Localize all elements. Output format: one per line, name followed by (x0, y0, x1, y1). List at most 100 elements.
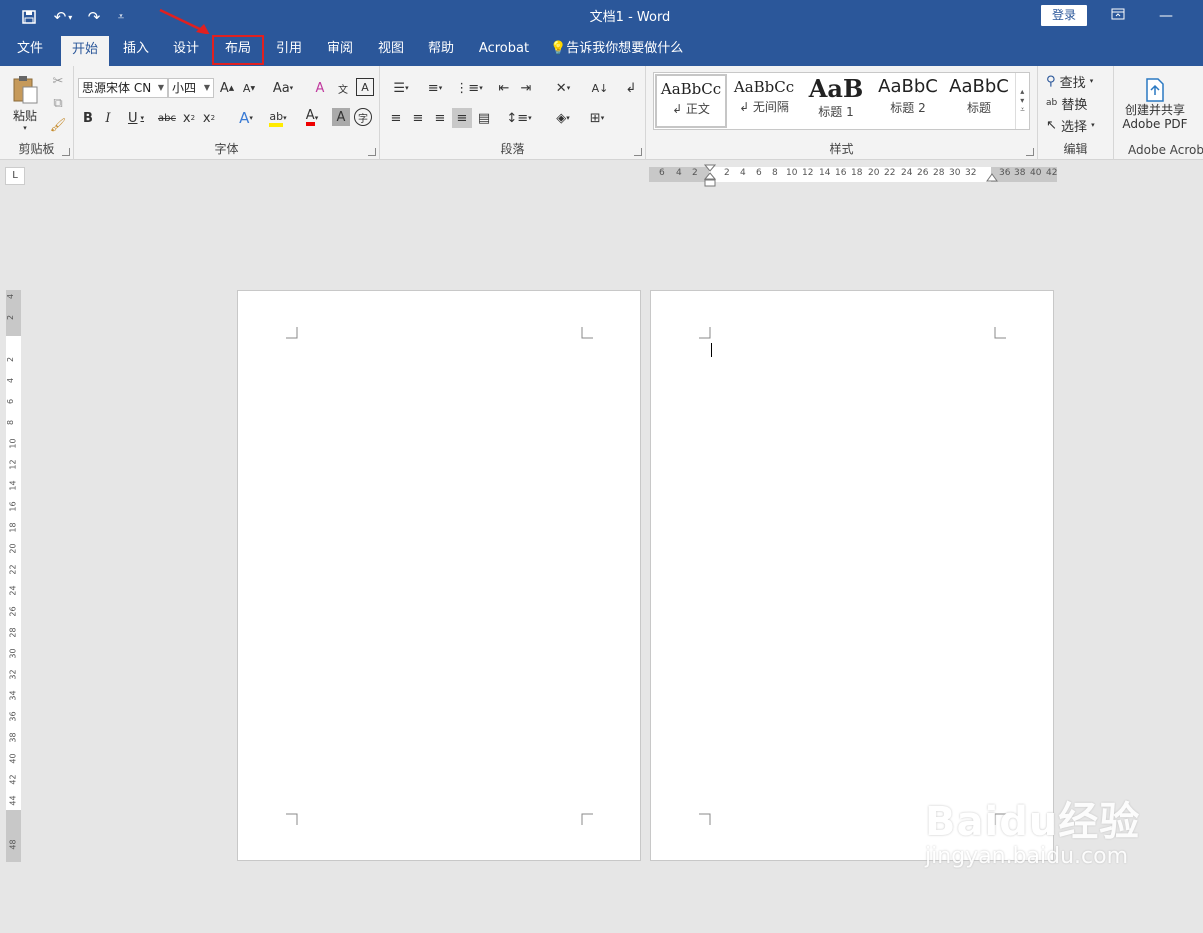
format-painter-icon[interactable]: 🖌 (48, 116, 68, 134)
char-border-icon[interactable]: A (356, 78, 374, 96)
customize-icon[interactable]: ⩡ (114, 6, 128, 28)
grow-font-icon[interactable]: A ▲ (218, 78, 236, 98)
borders-icon[interactable]: ⊞ ▾ (582, 108, 612, 128)
line-spacing-icon[interactable]: ↕≡ ▾ (504, 108, 534, 128)
tab-home[interactable]: 开始 (61, 36, 109, 66)
tab-insert[interactable]: 插入 (113, 34, 159, 66)
right-indent-marker-icon[interactable] (986, 173, 998, 183)
text-effects-icon[interactable]: A ▾ (232, 108, 260, 128)
vertical-ruler[interactable]: 4 2 2 4 6 8 10 12 14 16 18 20 22 24 26 2… (6, 290, 21, 862)
styles-group-label: 样式 (829, 142, 854, 156)
style-heading-1[interactable]: AaB 标题 1 (800, 74, 872, 128)
find-button[interactable]: ⚲ 查找 ▾ (1046, 72, 1110, 91)
select-icon: ↖ (1046, 117, 1057, 133)
ribbon-display-icon[interactable] (1104, 4, 1132, 28)
tab-stop-selector-icon[interactable]: L (5, 167, 25, 185)
justify-icon[interactable]: ≡ (452, 108, 472, 128)
style-title[interactable]: AaBbC 标题 (944, 74, 1014, 128)
align-left-icon[interactable]: ≡ (386, 108, 406, 128)
paste-label: 粘贴 (12, 108, 37, 123)
styles-gallery: AaBbCc ↲ 正文 AaBbCc ↲ 无间隔 AaB 标题 1 AaBbC … (653, 72, 1030, 130)
tab-file[interactable]: 文件 (8, 34, 52, 66)
font-color-icon[interactable]: A ▾ (298, 108, 326, 128)
crop-mark-icon (994, 327, 1006, 339)
document-page-1[interactable] (237, 290, 641, 861)
watermark-title: Baidu经验 (925, 799, 1141, 845)
tab-design[interactable]: 设计 (163, 34, 209, 66)
font-size-select[interactable]: 小四 ▼ (168, 78, 214, 98)
undo-icon[interactable]: ↶ ▾ (48, 6, 78, 28)
styles-scroll[interactable]: ▴ ▾ ⩡ (1015, 73, 1029, 129)
clipboard-launcher-icon[interactable] (62, 148, 70, 156)
styles-launcher-icon[interactable] (1026, 148, 1034, 156)
char-shading-icon[interactable]: A (332, 108, 350, 126)
tab-layout[interactable]: 布局 (211, 34, 265, 66)
increase-indent-icon[interactable]: ⇥ (516, 78, 536, 98)
underline-icon[interactable]: U ▾ (122, 108, 150, 128)
align-center-icon[interactable]: ≡ (408, 108, 428, 128)
style-heading-2[interactable]: AaBbC 标题 2 (872, 74, 944, 128)
paragraph-group-label: 段落 (500, 142, 525, 156)
copy-icon[interactable]: ⧉ (48, 94, 68, 112)
tell-me-text: 告诉我你想要做什么 (566, 41, 684, 56)
italic-icon[interactable]: I (100, 108, 116, 128)
decrease-indent-icon[interactable]: ⇤ (494, 78, 514, 98)
select-button[interactable]: ↖ 选择 ▾ (1046, 116, 1110, 135)
bullets-icon[interactable]: ☰ ▾ (386, 78, 416, 98)
horizontal-ruler[interactable]: 6 4 2 2 4 6 8 10 12 14 16 18 20 22 24 26… (649, 164, 1057, 187)
create-pdf-button[interactable]: 创建并共享 Adobe PDF (1118, 72, 1192, 136)
crop-mark-icon (286, 813, 298, 825)
font-name-select[interactable]: 思源宋体 CN ▼ (78, 78, 168, 98)
shrink-font-icon[interactable]: A ▼ (240, 78, 258, 98)
document-page-2[interactable] (650, 290, 1054, 861)
indent-marker-icon[interactable] (704, 164, 716, 188)
find-icon: ⚲ (1046, 73, 1056, 89)
font-launcher-icon[interactable] (368, 148, 376, 156)
superscript-icon[interactable]: x2 (200, 108, 218, 128)
numbering-icon[interactable]: ≡ ▾ (420, 78, 450, 98)
acrobat-group: 创建并共享 Adobe PDF Adobe Acrob (1114, 66, 1203, 160)
minimize-icon[interactable]: — (1152, 4, 1180, 28)
phonetic-guide-icon[interactable]: 文 (332, 78, 354, 98)
align-right-icon[interactable]: ≡ (430, 108, 450, 128)
paste-button[interactable]: 粘贴 ▾ (8, 72, 42, 134)
crop-mark-icon (699, 327, 711, 339)
paragraph-group: ☰ ▾ ≡ ▾ ⋮≡ ▾ ⇤ ⇥ ✕ ▾ A↓ ↲ ≡ ≡ ≡ ≡ ▤ ↕≡ ▾ ◈ ▾ ⊞… (380, 66, 646, 160)
chinese-layout-icon[interactable]: ✕ ▾ (548, 78, 578, 98)
watermark-url: jingyan.baidu.com (925, 844, 1129, 869)
ribbon: 粘贴 ▾ ✂ ⧉ 🖌 剪贴板 思源宋体 CN ▼ 小四 ▼ A ▲ A ▼ Aa ▾ A … (0, 66, 1203, 160)
login-button[interactable]: 登录 (1041, 5, 1087, 26)
baidu-watermark: Baidu经验 jingyan.baidu.com (925, 800, 1140, 870)
cut-icon[interactable]: ✂ (48, 72, 68, 90)
multilevel-list-icon[interactable]: ⋮≡ ▾ (454, 78, 484, 98)
tell-me-box[interactable]: 💡告诉我你想要做什么 (550, 34, 684, 66)
distributed-icon[interactable]: ▤ (474, 108, 494, 128)
clear-format-icon[interactable]: A (310, 78, 330, 98)
show-marks-icon[interactable]: ↲ (622, 78, 640, 98)
change-case-icon[interactable]: Aa ▾ (268, 78, 298, 98)
paragraph-launcher-icon[interactable] (634, 148, 642, 156)
tab-view[interactable]: 视图 (370, 34, 412, 66)
tab-acrobat[interactable]: Acrobat (472, 34, 536, 66)
tab-review[interactable]: 审阅 (318, 34, 362, 66)
enclose-char-icon[interactable]: 字 (354, 108, 372, 126)
highlight-icon[interactable]: ab ▾ (264, 108, 292, 128)
sort-icon[interactable]: A↓ (590, 78, 610, 98)
style-normal[interactable]: AaBbCc ↲ 正文 (655, 74, 727, 128)
redo-icon[interactable]: ↷ (84, 6, 104, 28)
text-cursor (711, 343, 712, 357)
save-icon[interactable] (18, 6, 40, 28)
acrobat-group-label: Adobe Acrob (1128, 143, 1203, 157)
ribbon-tabs: 文件 开始 插入 设计 布局 引用 审阅 视图 帮助 Acrobat 💡告诉我你… (0, 34, 1203, 66)
editing-group-label: 编辑 (1063, 142, 1088, 156)
tab-help[interactable]: 帮助 (420, 34, 462, 66)
bold-icon[interactable]: B (80, 108, 96, 128)
replace-button[interactable]: ab 替换 (1046, 94, 1110, 113)
title-bar: ↶ ▾ ↷ ⩡ 文档1 - Word 登录 — (0, 0, 1203, 35)
shading-icon[interactable]: ◈ ▾ (548, 108, 578, 128)
crop-mark-icon (286, 327, 298, 339)
subscript-icon[interactable]: x2 (180, 108, 198, 128)
strikethrough-icon[interactable]: abc (156, 108, 178, 128)
style-no-spacing[interactable]: AaBbCc ↲ 无间隔 (728, 74, 800, 128)
tab-references[interactable]: 引用 (268, 34, 310, 66)
